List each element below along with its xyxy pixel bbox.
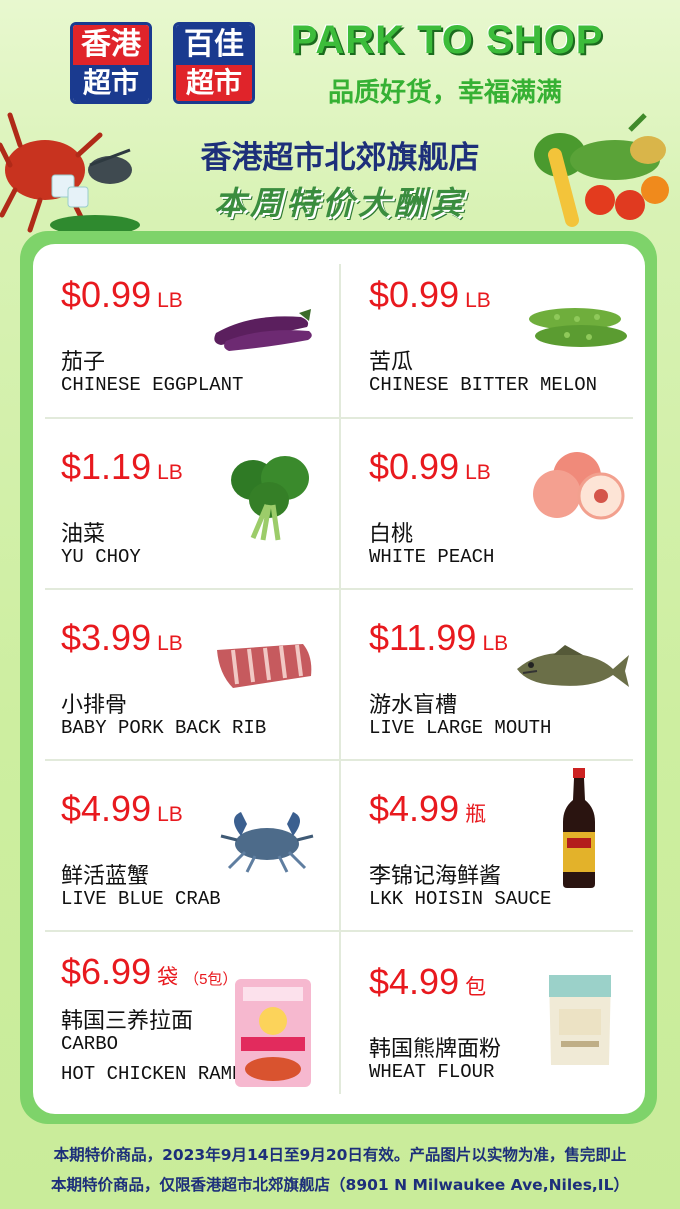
slogan: 品质好货，幸福满满	[327, 78, 562, 108]
product-card-blue-crab: $4.99 LB 鲜活蓝蟹 LIVE BLUE CRAB	[33, 762, 333, 930]
price-tag: $0.99 LB	[61, 274, 183, 316]
product-name-en: LKK HOISIN SAUCE	[369, 888, 552, 910]
row-divider	[45, 417, 633, 419]
logo-bottom-text: 超市	[176, 65, 252, 101]
eggplant-icon	[214, 309, 312, 351]
product-name-cn: 韩国熊牌面粉	[369, 1037, 502, 1062]
product-name-cn: 鲜活蓝蟹	[61, 864, 150, 889]
price-unit: 袋	[157, 966, 179, 989]
seafood-decoration-icon	[0, 112, 140, 235]
fish-icon	[517, 645, 629, 687]
logo-top-text: 香港	[73, 25, 149, 65]
parknshop-logo: 百佳 超市	[173, 22, 255, 104]
product-card-yu-choy: $1.19 LB 油菜 YU CHOY	[33, 420, 333, 588]
price-tag: $0.99 LB	[369, 446, 491, 488]
product-name-cn: 李锦记海鲜酱	[369, 864, 502, 889]
brand-title: PARK TO SHOP	[290, 18, 604, 62]
price-tag: $4.99 LB	[61, 788, 183, 830]
row-divider	[45, 930, 633, 932]
product-name-en: LIVE LARGE MOUTH	[369, 717, 552, 739]
product-name-en: BABY PORK BACK RIB	[61, 717, 267, 739]
logo-top-text: 百佳	[176, 25, 252, 65]
store-restriction-notice: 本期特价商品，仅限香港超市北郊旗舰店（8901 N Milwaukee Ave,…	[51, 1176, 629, 1194]
product-name-en: WHITE PEACH	[369, 546, 495, 568]
price-unit: LB	[482, 632, 509, 655]
price-amount: $4.99	[369, 788, 460, 829]
ramen-pack-icon	[235, 979, 311, 1087]
product-name-en: CARBO	[61, 1033, 119, 1055]
yu-choy-icon	[231, 456, 309, 541]
price-amount: $4.99	[369, 961, 460, 1002]
row-divider	[45, 759, 633, 761]
product-name-cn: 小排骨	[61, 693, 128, 718]
pork-rib-icon	[217, 644, 312, 688]
bitter-melon-icon	[529, 308, 627, 347]
product-card-white-peach: $0.99 LB 白桃 WHITE PEACH	[341, 420, 641, 588]
product-card-wheat-flour: $4.99 包 韩国熊牌面粉 WHEAT FLOUR	[341, 933, 641, 1101]
peach-icon	[533, 452, 625, 520]
flour-bag-icon	[549, 975, 611, 1065]
product-card-bitter-melon: $0.99 LB 苦瓜 CHINESE BITTER MELON	[341, 248, 641, 416]
product-name-en-line2: HOT CHICKEN RAMEN	[61, 1063, 255, 1085]
product-card-ramen: $6.99 袋 （5包） 韩国三养拉面 CARBO HOT CHICKEN RAME…	[33, 933, 333, 1101]
price-amount: $0.99	[61, 274, 152, 315]
product-name-en: LIVE BLUE CRAB	[61, 888, 221, 910]
product-card-pork-rib: $3.99 LB 小排骨 BABY PORK BACK RIB	[33, 591, 333, 759]
price-amount: $0.99	[369, 274, 460, 315]
crab-icon	[220, 812, 314, 873]
promo-title: 本周特价大酬宾	[213, 184, 466, 222]
price-tag: $0.99 LB	[369, 274, 491, 316]
product-card-hoisin-sauce: $4.99 瓶 李锦记海鲜酱 LKK HOISIN SAUCE	[341, 762, 641, 930]
sauce-bottle-icon	[563, 768, 595, 888]
product-name-en: CHINESE BITTER MELON	[369, 374, 598, 396]
price-amount: $0.99	[369, 446, 460, 487]
price-amount: $3.99	[61, 617, 152, 658]
price-unit: LB	[157, 803, 183, 826]
hk-supermarket-logo: 香港 超市	[70, 22, 152, 104]
price-tag: $4.99 瓶	[369, 788, 486, 830]
product-name-cn: 苦瓜	[369, 350, 414, 375]
price-unit: LB	[465, 289, 491, 312]
price-amount: $4.99	[61, 788, 152, 829]
product-card-eggplant: $0.99 LB 茄子 CHINESE EGGPLANT	[33, 248, 333, 416]
price-tag: $11.99 LB	[369, 617, 508, 659]
price-amount: $1.19	[61, 446, 152, 487]
vegetables-decoration-icon	[534, 113, 669, 227]
row-divider	[45, 588, 633, 590]
price-amount: $11.99	[369, 617, 477, 658]
product-name-cn: 油菜	[61, 522, 106, 547]
deals-panel: $0.99 LB 茄子 CHINESE EGGPLANT $0.99 LB 苦瓜 C…	[33, 244, 645, 1114]
product-name-cn: 游水盲槽	[369, 693, 458, 718]
price-tag: $3.99 LB	[61, 617, 183, 659]
product-card-largemouth-bass: $11.99 LB 游水盲槽 LIVE LARGE MOUTH	[341, 591, 641, 759]
product-name-en: WHEAT FLOUR	[369, 1061, 495, 1083]
price-unit: 包	[465, 976, 487, 999]
price-unit: LB	[157, 289, 183, 312]
price-unit: LB	[157, 632, 183, 655]
validity-notice: 本期特价商品，2023年9月14日至9月20日有效。产品图片以实物为准，售完即止	[53, 1146, 627, 1164]
price-tag: $6.99 袋 （5包）	[61, 951, 237, 993]
price-tag: $4.99 包	[369, 961, 486, 1003]
pack-count-note: （5包）	[184, 971, 238, 988]
product-name-cn: 韩国三养拉面	[61, 1009, 194, 1034]
product-name-cn: 茄子	[61, 350, 106, 375]
product-name-cn: 白桃	[369, 522, 414, 547]
price-tag: $1.19 LB	[61, 446, 183, 488]
price-unit: LB	[157, 461, 183, 484]
price-unit: LB	[465, 461, 491, 484]
price-unit: 瓶	[465, 803, 487, 826]
price-amount: $6.99	[61, 951, 152, 992]
product-name-en: CHINESE EGGPLANT	[61, 374, 244, 396]
store-name: 香港超市北郊旗舰店	[200, 140, 480, 176]
product-name-en: YU CHOY	[61, 546, 141, 568]
